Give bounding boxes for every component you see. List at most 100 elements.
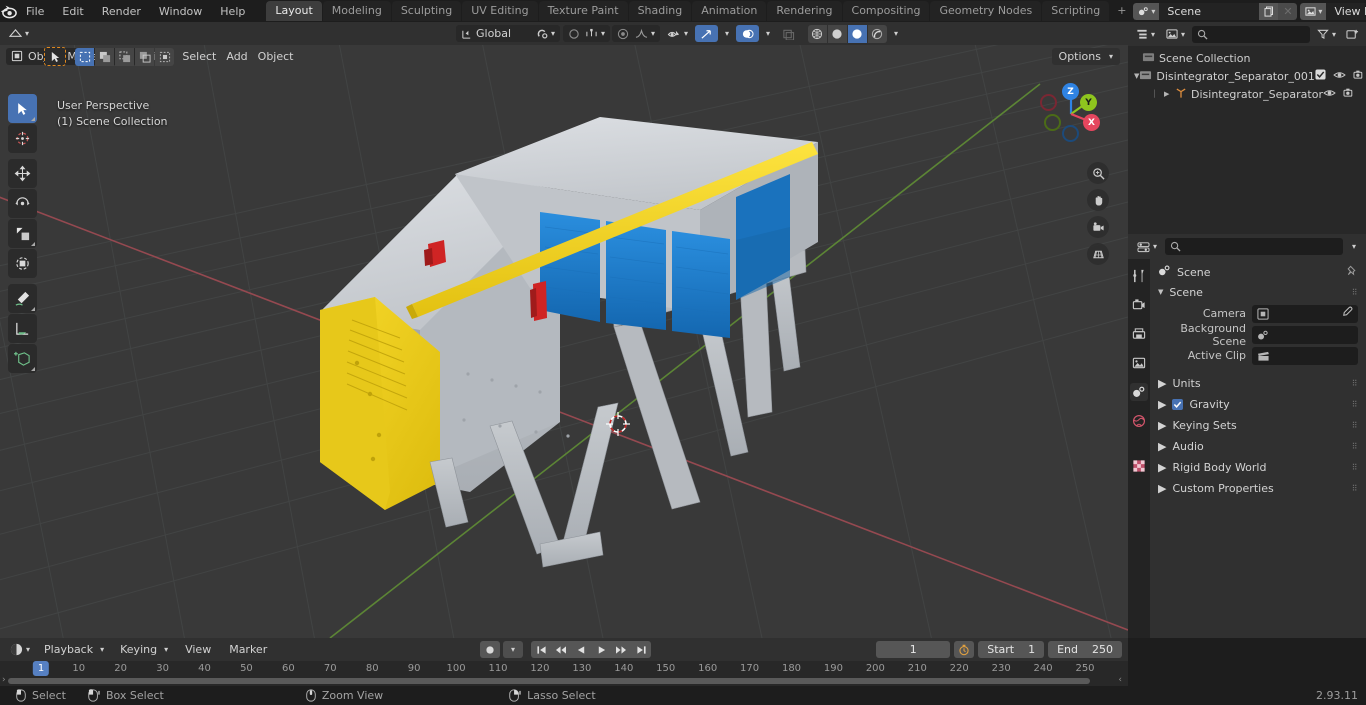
- properties-editor-type-button[interactable]: ▾: [1133, 238, 1162, 255]
- transform-tool[interactable]: [8, 249, 37, 278]
- select-difference-button[interactable]: [135, 47, 154, 66]
- viewport-3d[interactable]: ▾ Global ▾ ▾ ▾ ▾ ▾ ▾ ▾ Select Add Object…: [0, 22, 1128, 638]
- viewport-menu-object[interactable]: Object: [253, 48, 299, 65]
- annotate-tool[interactable]: [8, 284, 37, 313]
- tab-geometry-nodes[interactable]: Geometry Nodes: [930, 1, 1042, 21]
- keying-sets-panel[interactable]: ▶ Keying Sets ⠿: [1150, 415, 1366, 436]
- solid-shading-button[interactable]: [827, 24, 847, 43]
- properties-options-dropdown[interactable]: ▾: [1346, 238, 1361, 255]
- timeline-horizontal-scrollbar[interactable]: [8, 678, 1090, 684]
- outliner-row-object[interactable]: │ ▶ Disintegrator_Separator: [1128, 85, 1366, 103]
- scale-tool[interactable]: [8, 219, 37, 248]
- auto-keying-icon[interactable]: [954, 641, 975, 658]
- timeline-marker-menu[interactable]: Marker: [222, 641, 274, 658]
- measure-tool[interactable]: [8, 314, 37, 343]
- camera-render-icon[interactable]: [1343, 87, 1356, 101]
- properties-search-input[interactable]: [1165, 238, 1343, 255]
- tab-uv-editing[interactable]: UV Editing: [462, 1, 538, 21]
- scene-selector[interactable]: ▾ Scene ✕: [1133, 2, 1298, 20]
- select-intersect-button[interactable]: [155, 47, 174, 66]
- scrollbar-left-arrow-icon[interactable]: ›: [2, 675, 6, 685]
- navigation-gizmo[interactable]: Z Y X: [1034, 77, 1108, 151]
- tab-rendering[interactable]: Rendering: [767, 1, 842, 21]
- proportional-falloff-button[interactable]: ▾: [612, 25, 661, 42]
- tab-layout[interactable]: Layout: [266, 1, 322, 21]
- cursor-tool[interactable]: [8, 124, 37, 153]
- add-workspace-button[interactable]: +: [1110, 1, 1133, 21]
- gizmo-axis-y[interactable]: Y: [1080, 94, 1097, 111]
- jump-start-icon[interactable]: [531, 641, 551, 658]
- timeline-ruler-area[interactable]: 1 10 20 30 40 50 60 70 80 90 100 110 120 130 140 150 160…: [0, 661, 1128, 686]
- show-gizmo-button[interactable]: [694, 25, 718, 42]
- outliner-filter-button[interactable]: ▾: [1312, 25, 1340, 43]
- outliner-editor[interactable]: ▾ ▾ ▾ Scene Collection ▼ Disintegrator_S…: [1128, 22, 1366, 234]
- eye-icon[interactable]: [1323, 88, 1336, 101]
- render-tab[interactable]: [1130, 296, 1148, 314]
- record-icon[interactable]: [480, 641, 500, 658]
- tab-animation[interactable]: Animation: [692, 1, 767, 21]
- checkbox-icon[interactable]: [1315, 69, 1326, 83]
- pin-icon[interactable]: [1346, 265, 1358, 280]
- scrollbar-right-arrow-icon[interactable]: ‹: [1118, 675, 1122, 685]
- properties-editor[interactable]: ▾ ▾ Scene ▼ Scene ⠿ Camera Background Sc…: [1128, 234, 1366, 638]
- timeline-ruler[interactable]: 1 10 20 30 40 50 60 70 80 90 100 110 120 130 140 150 160…: [0, 661, 1128, 678]
- gizmo-axis-neg-y[interactable]: [1044, 114, 1061, 131]
- visibility-selectability-button[interactable]: ▾: [661, 25, 693, 42]
- show-overlays-button[interactable]: [735, 25, 759, 42]
- tab-scripting[interactable]: Scripting: [1042, 1, 1110, 21]
- timeline-editor-type-button[interactable]: ▾: [6, 641, 35, 658]
- shading-dropdown[interactable]: ▾: [888, 25, 903, 42]
- outliner-new-collection-button[interactable]: [1343, 25, 1362, 43]
- viewport-canvas[interactable]: [0, 22, 1128, 638]
- overlays-dropdown[interactable]: ▾: [760, 25, 775, 42]
- outliner-search-input[interactable]: [1192, 25, 1310, 43]
- gizmo-dropdown[interactable]: ▾: [719, 25, 734, 42]
- outliner-row-scene-collection[interactable]: Scene Collection: [1128, 49, 1366, 67]
- rendered-shading-button[interactable]: [867, 24, 887, 43]
- snap-magnet-button[interactable]: ▾: [531, 25, 561, 42]
- wireframe-shading-button[interactable]: [807, 24, 827, 43]
- tab-shading[interactable]: Shading: [628, 1, 692, 21]
- material-preview-shading-button[interactable]: [847, 24, 867, 43]
- unlink-scene-button[interactable]: ✕: [1278, 2, 1298, 20]
- gizmo-axis-neg-z[interactable]: [1062, 125, 1079, 142]
- blender-logo-icon[interactable]: [0, 0, 17, 22]
- play-reverse-icon[interactable]: [571, 641, 591, 658]
- custom-properties-panel[interactable]: ▶ Custom Properties ⠿: [1150, 478, 1366, 499]
- new-scene-button[interactable]: [1259, 2, 1279, 20]
- texture-tab[interactable]: [1130, 457, 1148, 475]
- active-tool-icon[interactable]: [44, 47, 66, 66]
- gizmo-axis-z[interactable]: Z: [1062, 83, 1079, 100]
- menu-window[interactable]: Window: [150, 2, 211, 20]
- units-panel[interactable]: ▶ Units ⠿: [1150, 373, 1366, 394]
- move-tool[interactable]: [8, 159, 37, 188]
- timeline-editor[interactable]: ▾ Playback ▾ Keying ▾ View Marker ▾ 1 St…: [0, 638, 1128, 686]
- frame-end-field[interactable]: End 250: [1048, 641, 1122, 658]
- tab-modeling[interactable]: Modeling: [322, 1, 391, 21]
- editor-type-button[interactable]: ▾: [4, 25, 35, 42]
- output-tab[interactable]: [1130, 325, 1148, 343]
- pan-hand-icon[interactable]: [1087, 189, 1109, 211]
- add-cube-tool[interactable]: [8, 344, 37, 373]
- tab-sculpting[interactable]: Sculpting: [391, 1, 462, 21]
- ortho-grid-icon[interactable]: [1087, 243, 1109, 265]
- world-tab[interactable]: [1130, 412, 1148, 430]
- select-new-button[interactable]: [75, 47, 94, 66]
- tool-tab[interactable]: [1130, 267, 1148, 285]
- viewport-options-button[interactable]: Options ▾: [1051, 47, 1120, 65]
- zoom-icon[interactable]: [1087, 162, 1109, 184]
- next-keyframe-icon[interactable]: [611, 641, 631, 658]
- eye-icon[interactable]: [1333, 70, 1346, 83]
- view-layer-selector[interactable]: ▾ View Layer ✕: [1300, 2, 1366, 20]
- frame-range-field[interactable]: Start 1: [978, 641, 1045, 658]
- viewport-menu-select[interactable]: Select: [177, 48, 221, 65]
- tab-texture-paint[interactable]: Texture Paint: [538, 1, 628, 21]
- dropdown-icon[interactable]: ▾: [503, 641, 523, 658]
- tweak-select-tool[interactable]: [8, 94, 37, 123]
- current-frame-field[interactable]: 1: [876, 641, 951, 658]
- eyedropper-icon[interactable]: [1341, 306, 1353, 321]
- menu-render[interactable]: Render: [93, 2, 150, 20]
- timeline-view-menu[interactable]: View: [178, 641, 218, 658]
- rigid-body-world-panel[interactable]: ▶ Rigid Body World ⠿: [1150, 457, 1366, 478]
- menu-help[interactable]: Help: [211, 2, 254, 20]
